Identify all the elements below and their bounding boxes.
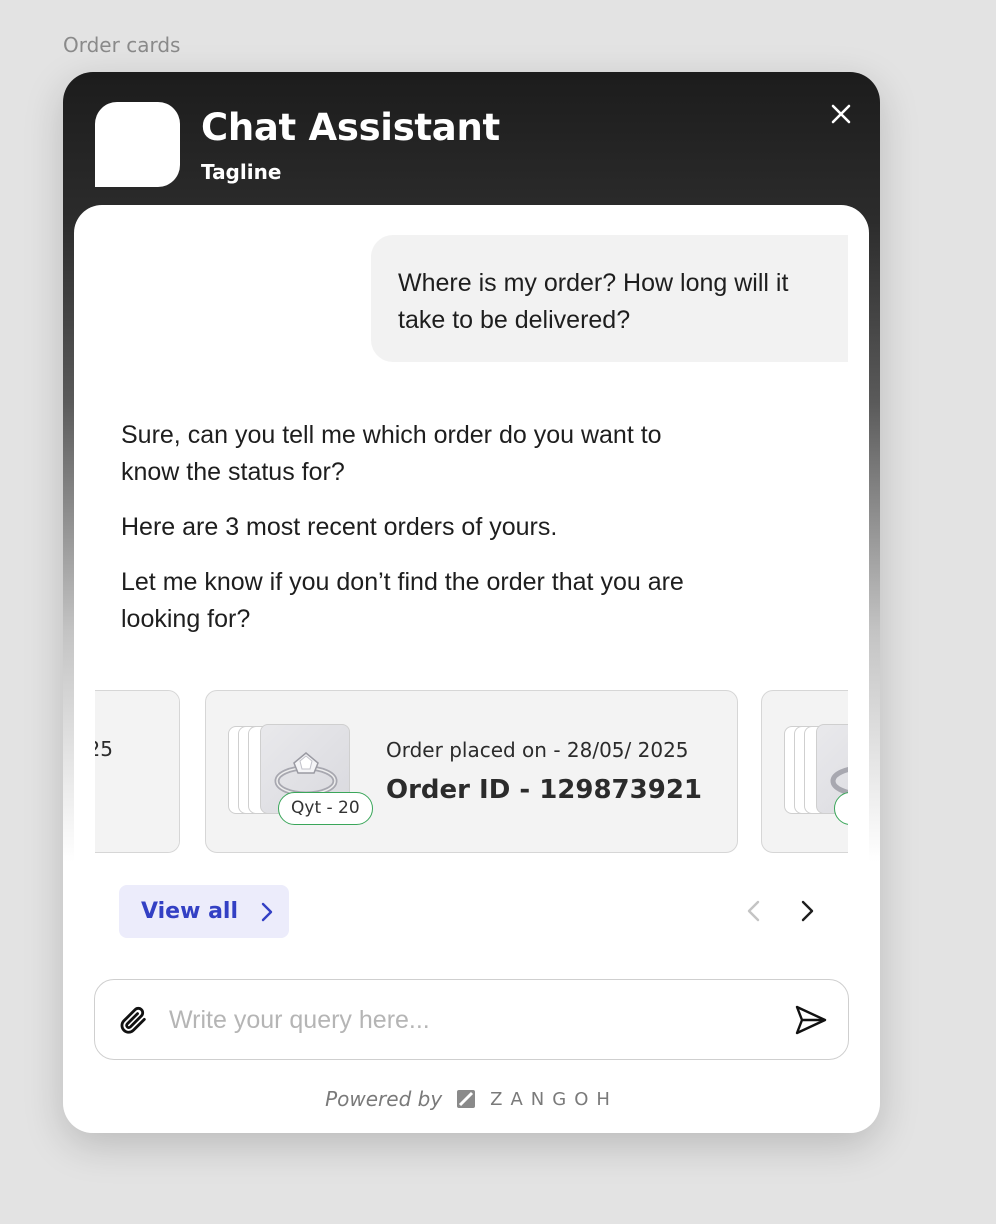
frame-label: Order cards (63, 33, 181, 57)
send-icon (795, 1005, 827, 1035)
chevron-right-icon (801, 900, 814, 922)
assistant-message-line: Here are 3 most recent orders of yours. (121, 513, 558, 541)
product-thumbnails (784, 724, 848, 828)
quantity-badge: Qyt - 20 (278, 792, 373, 825)
view-all-label: View all (141, 899, 239, 924)
assistant-avatar (95, 102, 180, 187)
chat-widget: Chat Assistant Tagline Where is my order… (63, 72, 880, 1133)
view-all-button[interactable]: View all (119, 885, 289, 938)
chat-body: Where is my order? How long will it take… (74, 205, 869, 1122)
brand-logo-icon (457, 1090, 476, 1108)
user-message: Where is my order? How long will it take… (371, 235, 848, 362)
chevron-right-icon (261, 902, 273, 921)
order-date: Order placed on - 28/05/ 2025 (386, 738, 689, 762)
paperclip-icon (120, 1006, 146, 1034)
close-button[interactable] (826, 99, 856, 129)
send-button[interactable] (793, 1002, 829, 1038)
brand-name: ZANGOH (490, 1088, 618, 1110)
order-card[interactable]: 25 (95, 690, 180, 853)
assistant-message-line: Let me know if you don’t find the order … (121, 568, 684, 633)
message-composer (94, 979, 849, 1060)
attach-button[interactable] (117, 1004, 149, 1036)
powered-by-label: Powered by (325, 1087, 443, 1111)
assistant-message-line: Sure, can you tell me which order do you… (121, 421, 662, 486)
carousel-prev-button[interactable] (741, 897, 767, 925)
product-thumbnails: Qyt - 20 (228, 724, 373, 828)
close-icon (831, 104, 851, 124)
carousel-next-button[interactable] (794, 897, 820, 925)
query-input[interactable] (169, 996, 769, 1044)
order-id: Order ID - 129873921 (386, 775, 703, 805)
order-card[interactable]: Qyt - 20 Order placed on - 28/05/ 2025 O… (205, 690, 738, 853)
chat-header: Chat Assistant Tagline (63, 72, 880, 205)
chevron-left-icon (747, 900, 760, 922)
assistant-title: Chat Assistant (201, 106, 500, 149)
powered-by: Powered by ZANGOH (74, 1087, 869, 1111)
assistant-message: Sure, can you tell me which order do you… (121, 417, 701, 656)
assistant-tagline: Tagline (201, 160, 282, 184)
order-date-fragment: 25 (95, 737, 113, 761)
order-carousel: 25 Qyt - 20 (95, 689, 848, 853)
order-card[interactable] (761, 690, 848, 853)
